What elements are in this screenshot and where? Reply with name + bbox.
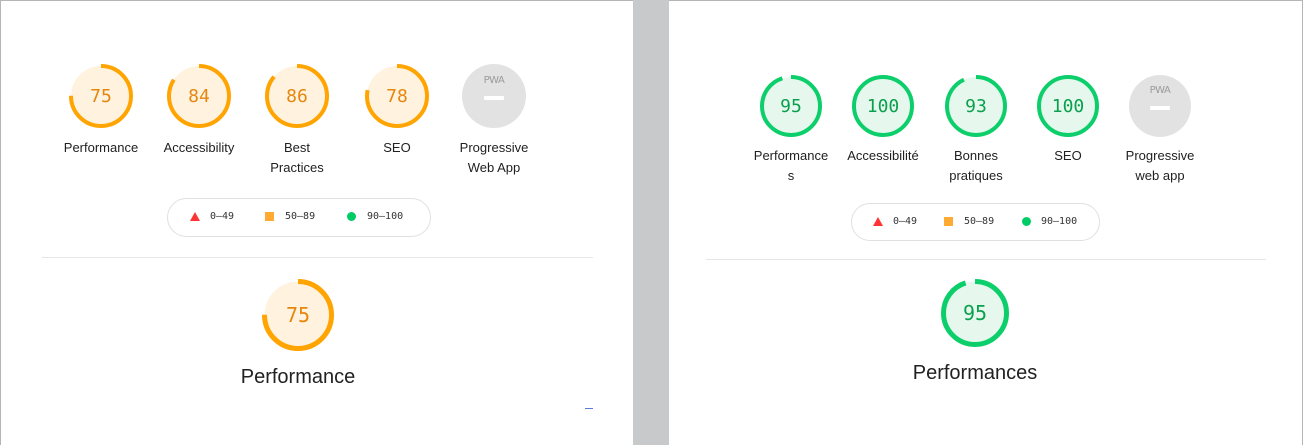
performance-score: 75 (90, 85, 112, 107)
seo-gauge[interactable]: 78 (365, 64, 429, 128)
pwa-label-line2: Web App (467, 160, 521, 175)
pwa-badge-text: PWA (483, 75, 505, 86)
pwa-bar-icon (484, 96, 504, 100)
bonnes-pratiques-label: Bonnes pratiques (926, 146, 1026, 186)
bonnes-pratiques-score: 93 (965, 95, 987, 117)
fail-triangle-icon (873, 217, 883, 226)
seo-fr-label: SEO (1054, 148, 1082, 163)
score-legend: 0–49 50–89 90–100 (167, 198, 431, 237)
average-square-icon (265, 212, 274, 221)
legend-average-range: 50–89 (964, 216, 995, 227)
accessibilite-gauge[interactable]: 100 (852, 75, 914, 137)
best-practices-gauge[interactable]: 86 (265, 64, 329, 128)
performance-section-title: Performance (240, 366, 356, 388)
performances-gauge[interactable]: 95 (760, 75, 822, 137)
performances-focus-score: 95 (962, 301, 988, 325)
seo-score: 78 (386, 85, 408, 107)
section-divider (42, 257, 593, 258)
best-practices-label: Best Practices (247, 138, 347, 178)
seo-fr-score: 100 (1051, 95, 1085, 117)
performance-gauge[interactable]: 75 (69, 64, 133, 128)
left-report-panel: 75 Performance 84 Accessibility 86 Best … (0, 0, 633, 445)
pwa-fr-bar-icon (1150, 106, 1170, 110)
pass-circle-icon (347, 212, 356, 221)
legend-pass-range: 90–100 (367, 211, 404, 222)
seo-fr-gauge[interactable]: 100 (1037, 75, 1099, 137)
score-legend-fr: 0–49 50–89 90–100 (851, 203, 1100, 241)
pwa-fr-badge[interactable]: PWA (1129, 75, 1191, 137)
accessibilite-label: Accessibilité (847, 148, 919, 163)
performance-focus-score: 75 (285, 303, 311, 327)
pwa-fr-badge-text: PWA (1149, 85, 1171, 96)
pwa-fr-label-line1: Progressive (1125, 148, 1195, 163)
performances-label: Performance s (741, 146, 841, 186)
bonnes-pratiques-gauge[interactable]: 93 (945, 75, 1007, 137)
pwa-label-line1: Progressive (459, 140, 529, 155)
bonnes-pratiques-label-line1: Bonnes (953, 148, 999, 163)
performances-label-line2: s (787, 168, 795, 183)
link-fragment (585, 408, 593, 409)
right-report-panel: 95 Performance s 100 Accessibilité 93 Bo… (669, 0, 1303, 445)
best-practices-label-line2: Practices (270, 160, 324, 175)
performance-label: Performance (63, 140, 139, 155)
legend-pass-range: 90–100 (1041, 216, 1078, 227)
pwa-fr-label: Progressive web app (1105, 146, 1215, 186)
performance-focus-gauge: 75 (262, 279, 334, 351)
pwa-label: Progressive Web App (439, 138, 549, 178)
pwa-badge[interactable]: PWA (462, 64, 526, 128)
performances-score: 95 (780, 95, 802, 117)
best-practices-label-line1: Best (283, 140, 310, 155)
legend-average-range: 50–89 (285, 211, 316, 222)
performances-focus-gauge: 95 (941, 279, 1009, 347)
performances-label-line1: Performance (753, 148, 829, 163)
accessibility-label: Accessibility (163, 140, 235, 155)
accessibility-score: 84 (188, 85, 210, 107)
legend-fail-range: 0–49 (210, 211, 235, 222)
legend-fail-range: 0–49 (893, 216, 918, 227)
fail-triangle-icon (190, 212, 200, 221)
seo-label: SEO (383, 140, 411, 155)
accessibilite-score: 100 (866, 95, 900, 117)
accessibility-gauge[interactable]: 84 (167, 64, 231, 128)
pass-circle-icon (1022, 217, 1031, 226)
best-practices-score: 86 (286, 85, 308, 107)
pwa-fr-label-line2: web app (1135, 168, 1185, 183)
bonnes-pratiques-label-line2: pratiques (949, 168, 1003, 183)
section-divider (706, 259, 1266, 260)
performances-section-title: Performances (912, 362, 1038, 384)
average-square-icon (944, 217, 953, 226)
